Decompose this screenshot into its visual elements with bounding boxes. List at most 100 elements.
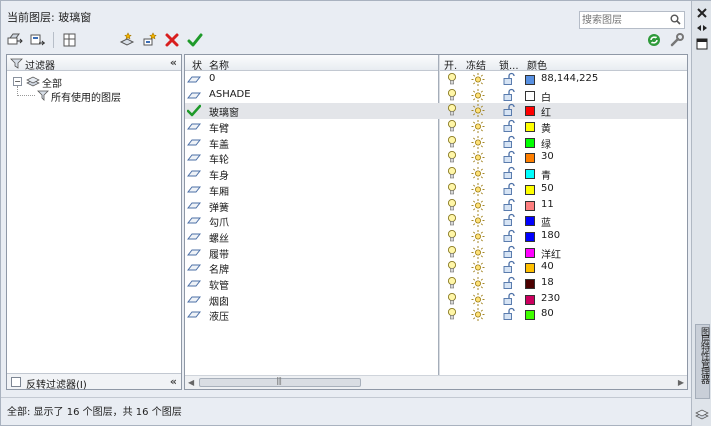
scrollbar-thumb[interactable]: ||| xyxy=(199,376,361,387)
layer-name[interactable]: 烟囱 xyxy=(209,293,229,308)
layer-name[interactable]: 液压 xyxy=(209,308,229,323)
layer-thawed-sun-icon[interactable] xyxy=(471,229,485,244)
layer-on-bulb-icon[interactable] xyxy=(446,182,458,197)
layer-color-name[interactable]: 230 xyxy=(541,293,560,304)
layer-color-swatch[interactable] xyxy=(525,278,535,289)
layer-color-name[interactable]: 白 xyxy=(541,89,551,104)
layer-row[interactable]: 烟囱 230 xyxy=(185,292,687,308)
settings-icon[interactable] xyxy=(669,32,685,48)
layer-color-name[interactable]: 80 xyxy=(541,308,554,319)
layer-color-name[interactable]: 青 xyxy=(541,167,551,182)
layer-unlocked-icon[interactable] xyxy=(502,72,516,87)
layer-row[interactable]: 车身 青 xyxy=(185,166,687,182)
layer-name[interactable]: 车轮 xyxy=(209,151,229,166)
layer-on-bulb-icon[interactable] xyxy=(446,103,458,118)
layer-unlocked-icon[interactable] xyxy=(502,103,516,118)
layer-on-bulb-icon[interactable] xyxy=(446,119,458,134)
layer-on-bulb-icon[interactable] xyxy=(446,245,458,260)
layer-color-name[interactable]: 88,144,225 xyxy=(541,73,598,84)
refresh-icon[interactable] xyxy=(646,32,662,48)
layer-thawed-sun-icon[interactable] xyxy=(471,245,485,260)
layer-color-swatch[interactable] xyxy=(525,106,535,117)
layer-on-bulb-icon[interactable] xyxy=(446,229,458,244)
layer-status-icon[interactable] xyxy=(186,183,202,196)
layer-unlocked-icon[interactable] xyxy=(502,260,516,275)
delete-layer-icon[interactable] xyxy=(164,32,180,48)
layer-unlocked-icon[interactable] xyxy=(502,88,516,103)
layer-color-name[interactable]: 蓝 xyxy=(541,214,551,229)
layer-name[interactable]: 名牌 xyxy=(209,261,229,276)
column-header-on[interactable]: 开. xyxy=(444,57,457,72)
layer-on-bulb-icon[interactable] xyxy=(446,150,458,165)
layer-color-name[interactable]: 40 xyxy=(541,261,554,272)
layer-row[interactable]: 车盖 绿 xyxy=(185,135,687,151)
layer-color-swatch[interactable] xyxy=(525,263,535,274)
layer-color-name[interactable]: 30 xyxy=(541,151,554,162)
layer-unlocked-icon[interactable] xyxy=(502,307,516,322)
layer-on-bulb-icon[interactable] xyxy=(446,213,458,228)
layer-name[interactable]: 螺丝 xyxy=(209,230,229,245)
layer-thawed-sun-icon[interactable] xyxy=(471,135,485,150)
properties-menu-icon[interactable] xyxy=(695,37,709,51)
layer-on-bulb-icon[interactable] xyxy=(446,135,458,150)
layer-row[interactable]: 液压 80 xyxy=(185,307,687,323)
layer-name[interactable]: 履带 xyxy=(209,246,229,261)
set-current-icon[interactable] xyxy=(187,32,203,48)
layer-thawed-sun-icon[interactable] xyxy=(471,119,485,134)
layer-color-swatch[interactable] xyxy=(525,75,535,85)
layer-color-name[interactable]: 洋红 xyxy=(541,246,561,261)
layer-unlocked-icon[interactable] xyxy=(502,229,516,244)
layer-unlocked-icon[interactable] xyxy=(502,182,516,197)
new-layer-vp-frozen-icon[interactable] xyxy=(142,32,158,48)
layer-status-icon[interactable] xyxy=(186,167,202,180)
layer-color-name[interactable]: 50 xyxy=(541,183,554,194)
search-icon[interactable] xyxy=(670,14,681,28)
layer-color-swatch[interactable] xyxy=(525,137,535,148)
horizontal-scrollbar[interactable]: ◀ ||| ▶ xyxy=(185,375,687,389)
layer-status-icon[interactable] xyxy=(186,261,202,274)
search-layer-box[interactable] xyxy=(579,11,685,29)
layer-unlocked-icon[interactable] xyxy=(502,150,516,165)
collapse-filter-panel-button[interactable]: « xyxy=(170,56,177,69)
layer-unlocked-icon[interactable] xyxy=(502,119,516,134)
layer-color-name[interactable]: 11 xyxy=(541,199,554,210)
layer-status-icon[interactable] xyxy=(186,308,202,321)
column-header-status[interactable]: 状 xyxy=(192,57,202,72)
layer-color-name[interactable]: 红 xyxy=(541,104,551,119)
layer-thawed-sun-icon[interactable] xyxy=(471,292,485,307)
layer-row[interactable]: 软管 18 xyxy=(185,276,687,292)
layer-thawed-sun-icon[interactable] xyxy=(471,72,485,87)
layer-unlocked-icon[interactable] xyxy=(502,245,516,260)
new-property-filter-icon[interactable] xyxy=(7,32,23,48)
layer-status-icon[interactable] xyxy=(186,246,202,259)
layer-row[interactable]: 勾爪 蓝 xyxy=(185,213,687,229)
column-header-freeze[interactable]: 冻结 xyxy=(466,57,486,72)
layer-row[interactable]: 车轮 30 xyxy=(185,150,687,166)
scroll-right-icon[interactable]: ▶ xyxy=(678,378,684,387)
layer-thawed-sun-icon[interactable] xyxy=(471,103,485,118)
layer-status-icon[interactable] xyxy=(186,293,202,306)
layer-color-swatch[interactable] xyxy=(525,122,535,133)
column-header-name[interactable]: 名称 xyxy=(209,57,229,72)
layer-status-icon[interactable] xyxy=(186,89,202,102)
layer-color-swatch[interactable] xyxy=(525,216,535,227)
layer-on-bulb-icon[interactable] xyxy=(446,276,458,291)
layer-status-icon[interactable] xyxy=(186,136,202,149)
column-header-lock[interactable]: 锁... xyxy=(499,57,519,72)
current-layer-check-icon[interactable] xyxy=(186,104,202,117)
layer-on-bulb-icon[interactable] xyxy=(446,260,458,275)
collapse-filter-panel-button[interactable]: « xyxy=(170,375,177,388)
layer-row[interactable]: 名牌 40 xyxy=(185,260,687,276)
tree-collapse-toggle[interactable]: − xyxy=(13,77,22,86)
layer-on-bulb-icon[interactable] xyxy=(446,88,458,103)
layer-name[interactable]: 弹簧 xyxy=(209,199,229,214)
layer-name[interactable]: 车臂 xyxy=(209,120,229,135)
layer-name[interactable]: 勾爪 xyxy=(209,214,229,229)
layer-name[interactable]: 车厢 xyxy=(209,183,229,198)
layer-color-swatch[interactable] xyxy=(525,200,535,211)
layer-color-name[interactable]: 180 xyxy=(541,230,560,241)
layer-thawed-sun-icon[interactable] xyxy=(471,260,485,275)
layer-row[interactable]: 履带 洋红 xyxy=(185,245,687,261)
layer-status-icon[interactable] xyxy=(186,230,202,243)
layer-color-swatch[interactable] xyxy=(525,90,535,101)
